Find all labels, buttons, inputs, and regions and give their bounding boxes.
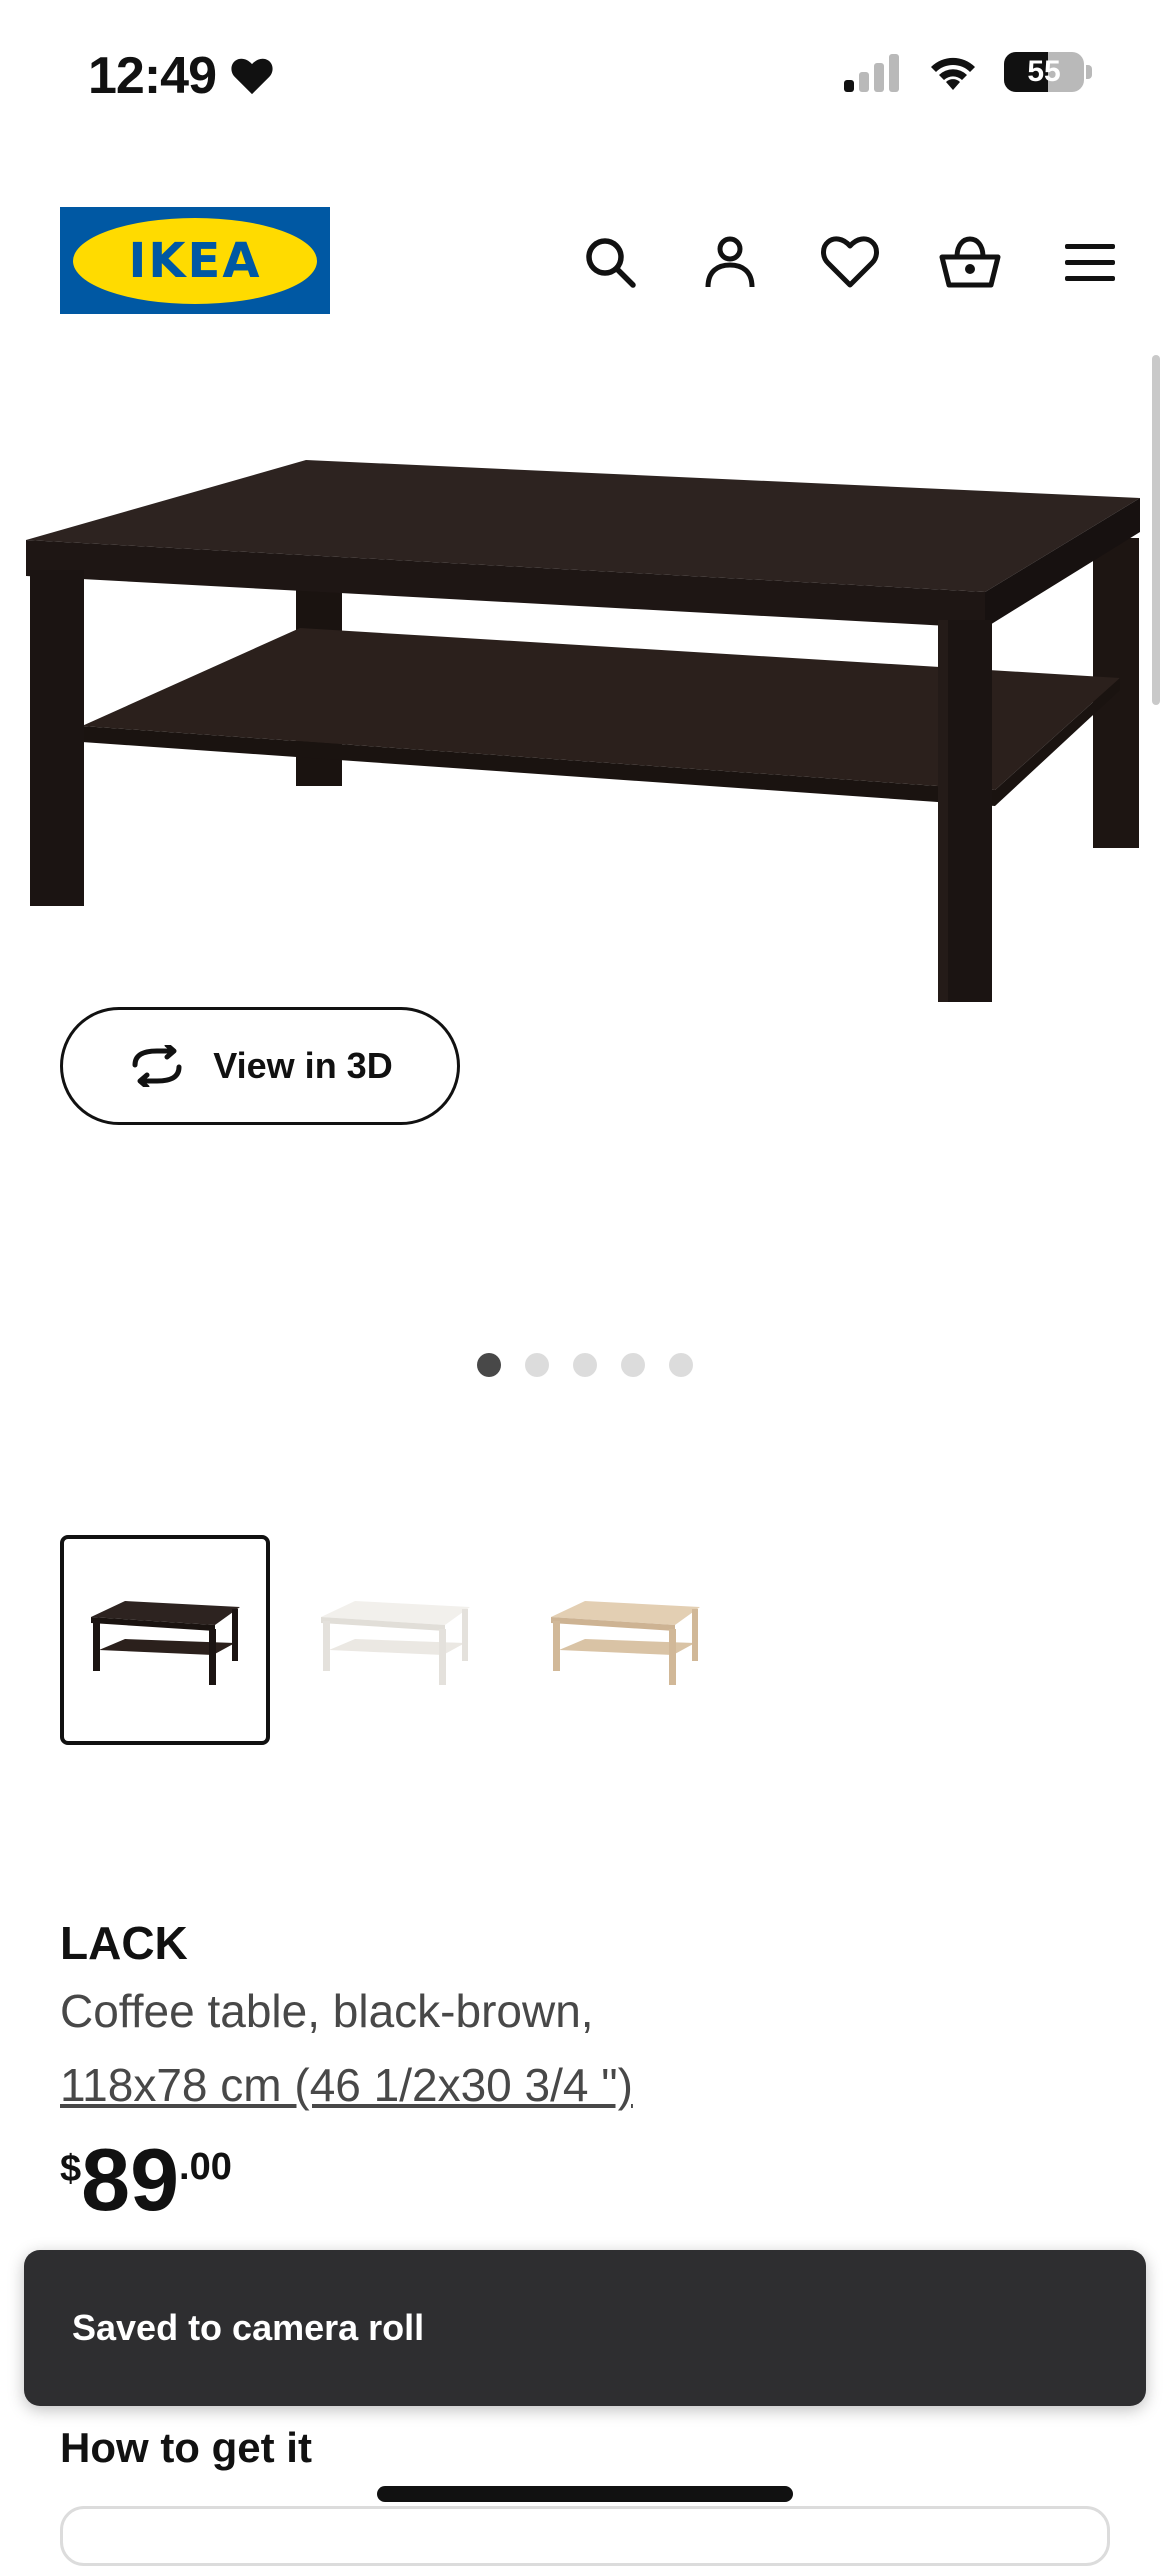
price-currency: $ xyxy=(60,2148,82,2190)
status-indicators: 55 xyxy=(842,52,1092,92)
carousel-dot[interactable] xyxy=(525,1353,549,1377)
how-to-get-it-heading: How to get it xyxy=(60,2424,312,2471)
favorites-button[interactable] xyxy=(810,222,890,302)
variant-thumb-oak[interactable] xyxy=(520,1535,730,1745)
variant-image xyxy=(91,1601,240,1685)
rotate-3d-icon xyxy=(132,1045,182,1087)
basket-button[interactable] xyxy=(930,222,1010,302)
heart-icon xyxy=(821,236,879,288)
product-name: LACK xyxy=(60,1917,188,1969)
product-description: Coffee table, black-brown, xyxy=(60,1985,594,2037)
carousel-dots xyxy=(0,1353,1170,1377)
color-variant-list xyxy=(60,1535,730,1745)
logo-oval: IKEA xyxy=(73,217,317,304)
status-bar: 12:49 55 xyxy=(0,0,1170,150)
logo-text: IKEA xyxy=(128,232,262,289)
product-image[interactable] xyxy=(0,420,1170,1060)
search-icon xyxy=(586,238,636,288)
search-button[interactable] xyxy=(570,222,650,302)
cellular-signal-icon xyxy=(844,54,899,92)
carousel-dot[interactable] xyxy=(477,1353,501,1377)
home-indicator[interactable] xyxy=(377,2486,793,2502)
heart-status-icon xyxy=(231,58,273,95)
toast-notification: Saved to camera roll xyxy=(24,2250,1146,2406)
product-size-link[interactable]: 118x78 cm (46 1/2x30 3/4 ") xyxy=(60,2048,1110,2122)
status-time: 12:49 xyxy=(88,46,274,106)
ikea-logo[interactable]: IKEA xyxy=(60,207,330,314)
price-decimal: .00 xyxy=(179,2146,232,2188)
toast-message: Saved to camera roll xyxy=(72,2307,425,2348)
coffee-table-image xyxy=(26,460,1140,1002)
delivery-option-card[interactable] xyxy=(60,2506,1110,2566)
account-button[interactable] xyxy=(690,222,770,302)
carousel-dot[interactable] xyxy=(621,1353,645,1377)
variant-thumb-white[interactable] xyxy=(290,1535,500,1745)
clock-text: 12:49 xyxy=(88,47,217,105)
battery-icon: 55 xyxy=(1004,52,1084,92)
carousel-dot[interactable] xyxy=(669,1353,693,1377)
header-actions xyxy=(570,222,1130,302)
wifi-icon xyxy=(931,57,975,90)
site-header: IKEA xyxy=(0,200,1170,320)
menu-icon xyxy=(1065,244,1115,281)
price-integer: 89 xyxy=(81,2130,180,2229)
product-info: LACK Coffee table, black-brown, 118x78 c… xyxy=(60,1912,1110,2224)
battery-level-text: 55 xyxy=(1027,55,1061,88)
variant-image xyxy=(551,1601,700,1685)
menu-button[interactable] xyxy=(1050,222,1130,302)
basket-icon xyxy=(939,236,1001,288)
product-price: $ 89 .00 xyxy=(60,2136,1110,2224)
view-in-3d-label: View in 3D xyxy=(213,1045,393,1086)
variant-image xyxy=(321,1601,470,1685)
battery-cap xyxy=(1086,65,1092,79)
view-in-3d-button[interactable]: View in 3D xyxy=(60,1007,460,1125)
account-icon xyxy=(705,236,755,288)
variant-thumb-black-brown[interactable] xyxy=(60,1535,270,1745)
carousel-dot[interactable] xyxy=(573,1353,597,1377)
